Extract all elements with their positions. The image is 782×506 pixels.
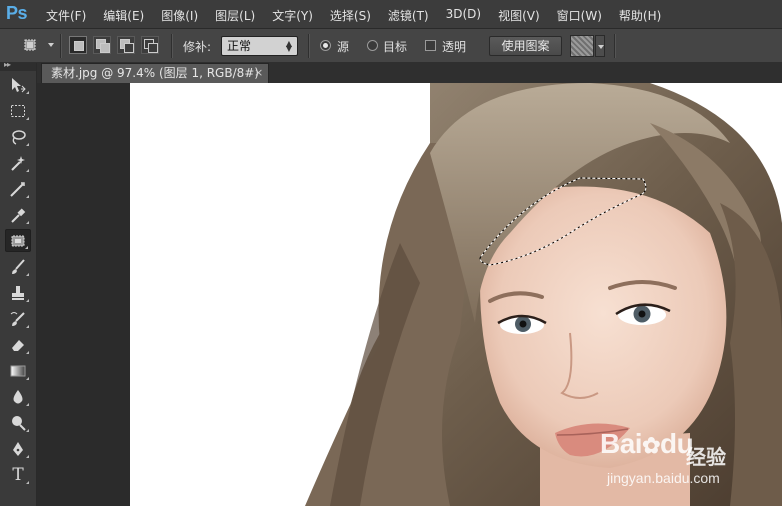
patch-mode-select[interactable]: 正常 ▲ ▼ [221,36,298,56]
use-pattern-button[interactable]: 使用图案 [489,36,562,56]
move-icon [12,77,26,92]
type-icon: T [12,464,24,485]
magic-wand-icon [11,155,25,171]
eraser-tool[interactable] [5,333,31,356]
pattern-swatch[interactable] [570,35,594,57]
eraser-icon [12,339,24,351]
baidu-logo-text: Bai [600,428,643,459]
eyedropper-tool[interactable] [5,203,31,226]
options-separator [614,34,616,58]
crop-tool[interactable] [5,177,31,200]
menu-edit[interactable]: 编辑(E) [103,7,144,24]
menu-layer[interactable]: 图层(L) [215,7,255,24]
document-tab[interactable]: 素材.jpg @ 97.4% (图层 1, RGB/8#) * [41,63,269,99]
blur-drop-icon [13,389,23,403]
document-tab-strip: 素材.jpg @ 97.4% (图层 1, RGB/8#) * [37,63,782,99]
menu-file[interactable]: 文件(F) [46,7,86,24]
magic-wand-tool[interactable] [5,151,31,174]
intersect-selection-button[interactable] [141,36,159,54]
transparent-label: 透明 [442,40,467,54]
add-to-selection-button[interactable] [93,36,111,54]
subtract-from-selection-button[interactable] [117,36,135,54]
history-brush-tool[interactable] [5,307,31,330]
pattern-dropdown-icon[interactable] [595,35,605,57]
menu-type[interactable]: 文字(Y) [272,7,313,24]
options-bar: 修补: 正常 ▲ ▼ 源 目标 透明 使用图案 [0,29,782,63]
photoshop-logo: Ps [6,3,28,23]
options-separator [308,34,310,58]
clone-stamp-icon [12,285,24,300]
dodge-tool[interactable] [5,411,31,434]
select-arrows-icon: ▲ ▼ [285,39,292,53]
target-label: 目标 [383,40,408,54]
menu-filter[interactable]: 滤镜(T) [388,7,429,24]
target-radio[interactable] [367,40,378,51]
new-selection-button[interactable] [69,36,87,54]
baidu-paw-icon: ✿ [642,433,661,458]
gradient-icon [10,365,26,376]
tools-panel-header[interactable]: ▸▸ [0,60,36,71]
eyedropper-icon [11,207,26,223]
patch-mode-value: 正常 [227,39,252,53]
transparent-checkbox[interactable] [425,40,436,51]
menu-3d[interactable]: 3D(D) [446,7,481,24]
menu-select[interactable]: 选择(S) [330,7,371,24]
baidu-watermark-cn: 经验 [686,445,726,469]
blur-tool[interactable] [5,385,31,408]
options-separator [60,34,62,58]
tool-preset-dropdown-icon[interactable] [48,43,54,47]
brush-tool[interactable] [5,255,31,278]
baidu-watermark-url: jingyan.baidu.com [607,470,720,486]
menu-help[interactable]: 帮助(H) [619,7,661,24]
stamp-tool[interactable] [5,281,31,304]
source-label: 源 [337,40,350,54]
marquee-tool[interactable] [5,99,31,122]
options-separator [171,34,173,58]
dodge-icon [12,415,26,431]
crop-icon [10,181,25,197]
menu-window[interactable]: 窗口(W) [557,7,602,24]
menu-items: 文件(F) 编辑(E) 图像(I) 图层(L) 文字(Y) 选择(S) 滤镜(T… [46,7,678,24]
source-radio[interactable] [320,40,331,51]
menu-view[interactable]: 视图(V) [498,7,540,24]
close-tab-icon[interactable]: × [254,66,263,79]
baidu-watermark-logo: Bai✿du [600,428,694,460]
pen-tool[interactable] [5,437,31,460]
menu-bar: Ps 文件(F) 编辑(E) 图像(I) 图层(L) 文字(Y) 选择(S) 滤… [0,0,782,29]
lasso-icon [12,129,26,145]
pen-icon [13,441,23,456]
history-brush-icon [10,311,25,326]
patch-tool[interactable] [5,229,31,252]
rectangular-marquee-icon [11,104,25,117]
gradient-tool[interactable] [5,359,31,382]
type-tool[interactable]: T [5,463,31,486]
patch-tool-preset-icon[interactable] [22,37,38,53]
collapse-icon[interactable]: ▸▸ [4,60,11,69]
patch-label: 修补: [183,40,212,54]
brush-icon [12,258,25,274]
menu-image[interactable]: 图像(I) [161,7,198,24]
lasso-tool[interactable] [5,125,31,148]
move-tool[interactable] [5,73,31,96]
tools-panel: ▸▸ T [0,60,37,506]
